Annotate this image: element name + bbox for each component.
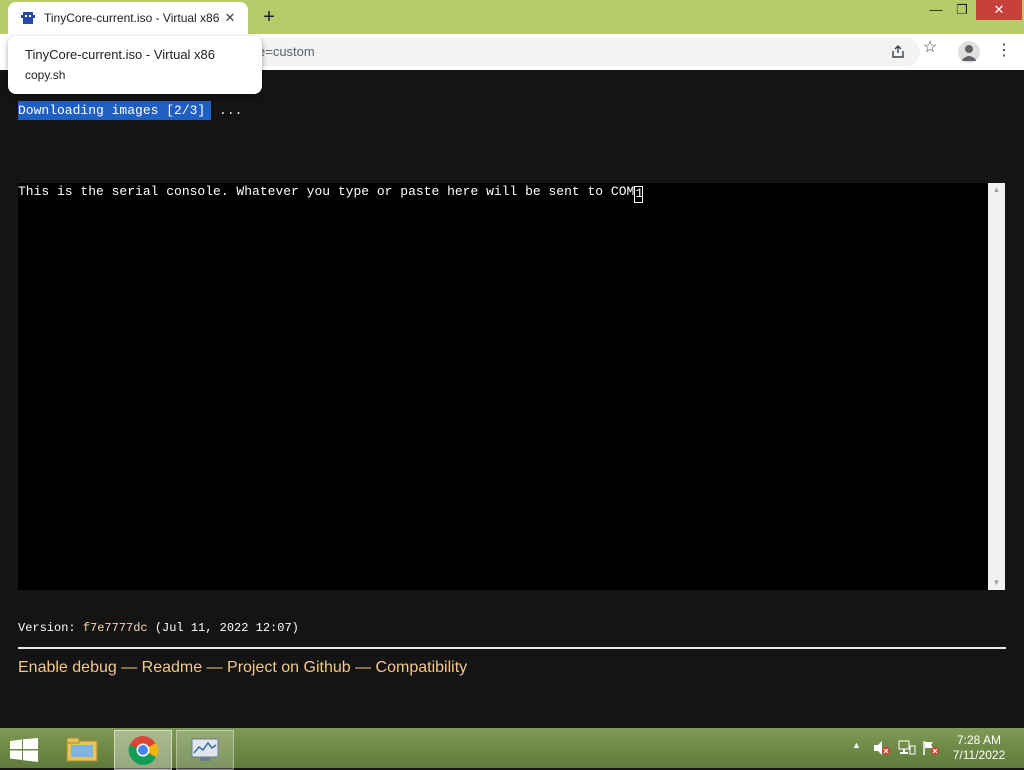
windows-taskbar: ▲ 7:28 AM 7/11/2022	[0, 728, 1024, 770]
browser-tab[interactable]: TinyCore-current.iso - Virtual x86 ✕	[8, 2, 248, 34]
tab-title: TinyCore-current.iso - Virtual x86	[44, 11, 220, 25]
console-cursor-char: 1	[635, 186, 644, 201]
bookmark-star-icon[interactable]: ☆	[922, 40, 938, 56]
link-separator: —	[202, 659, 228, 676]
hover-card-domain: copy.sh	[25, 68, 66, 82]
show-hidden-icons-icon[interactable]: ▲	[852, 740, 861, 756]
hover-card-title: TinyCore-current.iso - Virtual x86	[25, 47, 216, 62]
share-icon[interactable]	[890, 44, 906, 60]
version-info: Version: f7e7777dc (Jul 11, 2022 12:07)	[18, 621, 299, 635]
v86-favicon-icon	[20, 10, 36, 26]
address-bar-url: e=custom	[258, 44, 315, 59]
serial-console-text: This is the serial console. Whatever you…	[18, 184, 635, 199]
tab-hover-card: TinyCore-current.iso - Virtual x86 copy.…	[8, 36, 262, 94]
download-status-ellipsis: ...	[211, 103, 243, 118]
link-readme[interactable]: Readme	[142, 659, 202, 676]
version-date: (Jul 11, 2022 12:07)	[147, 621, 299, 635]
scroll-down-arrow-icon[interactable]: ▼	[988, 576, 1005, 590]
profile-avatar[interactable]	[958, 41, 980, 63]
clock-date: 7/11/2022	[952, 748, 1006, 762]
action-center-flag-icon[interactable]	[922, 740, 940, 756]
console-cursor: 1	[634, 186, 644, 203]
download-status: Downloading images [2/3] ...	[18, 101, 243, 120]
browser-titlebar: TinyCore-current.iso - Virtual x86 ✕ + —…	[0, 0, 1024, 34]
footer-divider	[18, 647, 1006, 649]
window-restore-button[interactable]: ❐	[946, 0, 978, 22]
console-scrollbar[interactable]: ▲ ▼	[988, 183, 1005, 590]
speaker-muted-icon[interactable]	[873, 740, 891, 756]
clock-time: 7:28 AM	[956, 733, 1002, 747]
browser-menu-icon[interactable]: ⋮	[996, 40, 1012, 62]
resource-monitor-icon[interactable]	[176, 730, 234, 770]
version-hash[interactable]: f7e7777dc	[83, 621, 148, 635]
link-github[interactable]: Project on Github	[227, 659, 351, 676]
file-explorer-icon[interactable]	[54, 730, 110, 768]
windows-start-icon[interactable]	[10, 738, 38, 762]
window-close-button[interactable]: ✕	[976, 0, 1022, 20]
new-tab-button[interactable]: +	[258, 6, 280, 28]
serial-console[interactable]: This is the serial console. Whatever you…	[18, 183, 988, 590]
link-compatibility[interactable]: Compatibility	[376, 659, 468, 676]
link-enable-debug[interactable]: Enable debug	[18, 659, 117, 676]
link-separator: —	[116, 659, 142, 676]
scroll-up-arrow-icon[interactable]: ▲	[988, 183, 1005, 197]
tab-close-icon[interactable]: ✕	[222, 10, 238, 26]
footer-links: Enable debug — Readme — Project on Githu…	[18, 659, 467, 677]
link-separator: —	[350, 659, 376, 676]
version-label: Version:	[18, 621, 83, 635]
network-icon[interactable]	[898, 740, 916, 756]
taskbar-clock[interactable]: 7:28 AM 7/11/2022	[944, 733, 1014, 763]
page-content: Downloading images [2/3] ... This is the…	[0, 70, 1024, 728]
download-status-selected: Downloading images [2/3]	[18, 101, 212, 120]
chrome-icon[interactable]	[114, 730, 172, 770]
address-bar[interactable]: e=custom	[250, 38, 920, 66]
